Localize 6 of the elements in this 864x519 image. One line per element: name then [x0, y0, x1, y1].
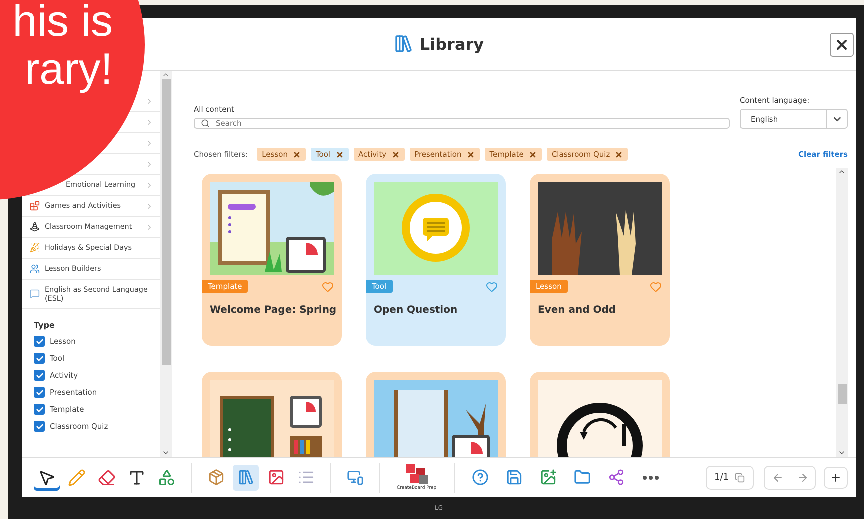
window-title: Library — [420, 34, 484, 54]
callout-text: his is — [12, 2, 113, 42]
card-title: Even and Odd — [538, 305, 618, 316]
card-title: Open Question — [374, 305, 459, 316]
type-heading: Type — [34, 321, 56, 330]
card-title: Welcome Page: Spring — [210, 305, 338, 316]
